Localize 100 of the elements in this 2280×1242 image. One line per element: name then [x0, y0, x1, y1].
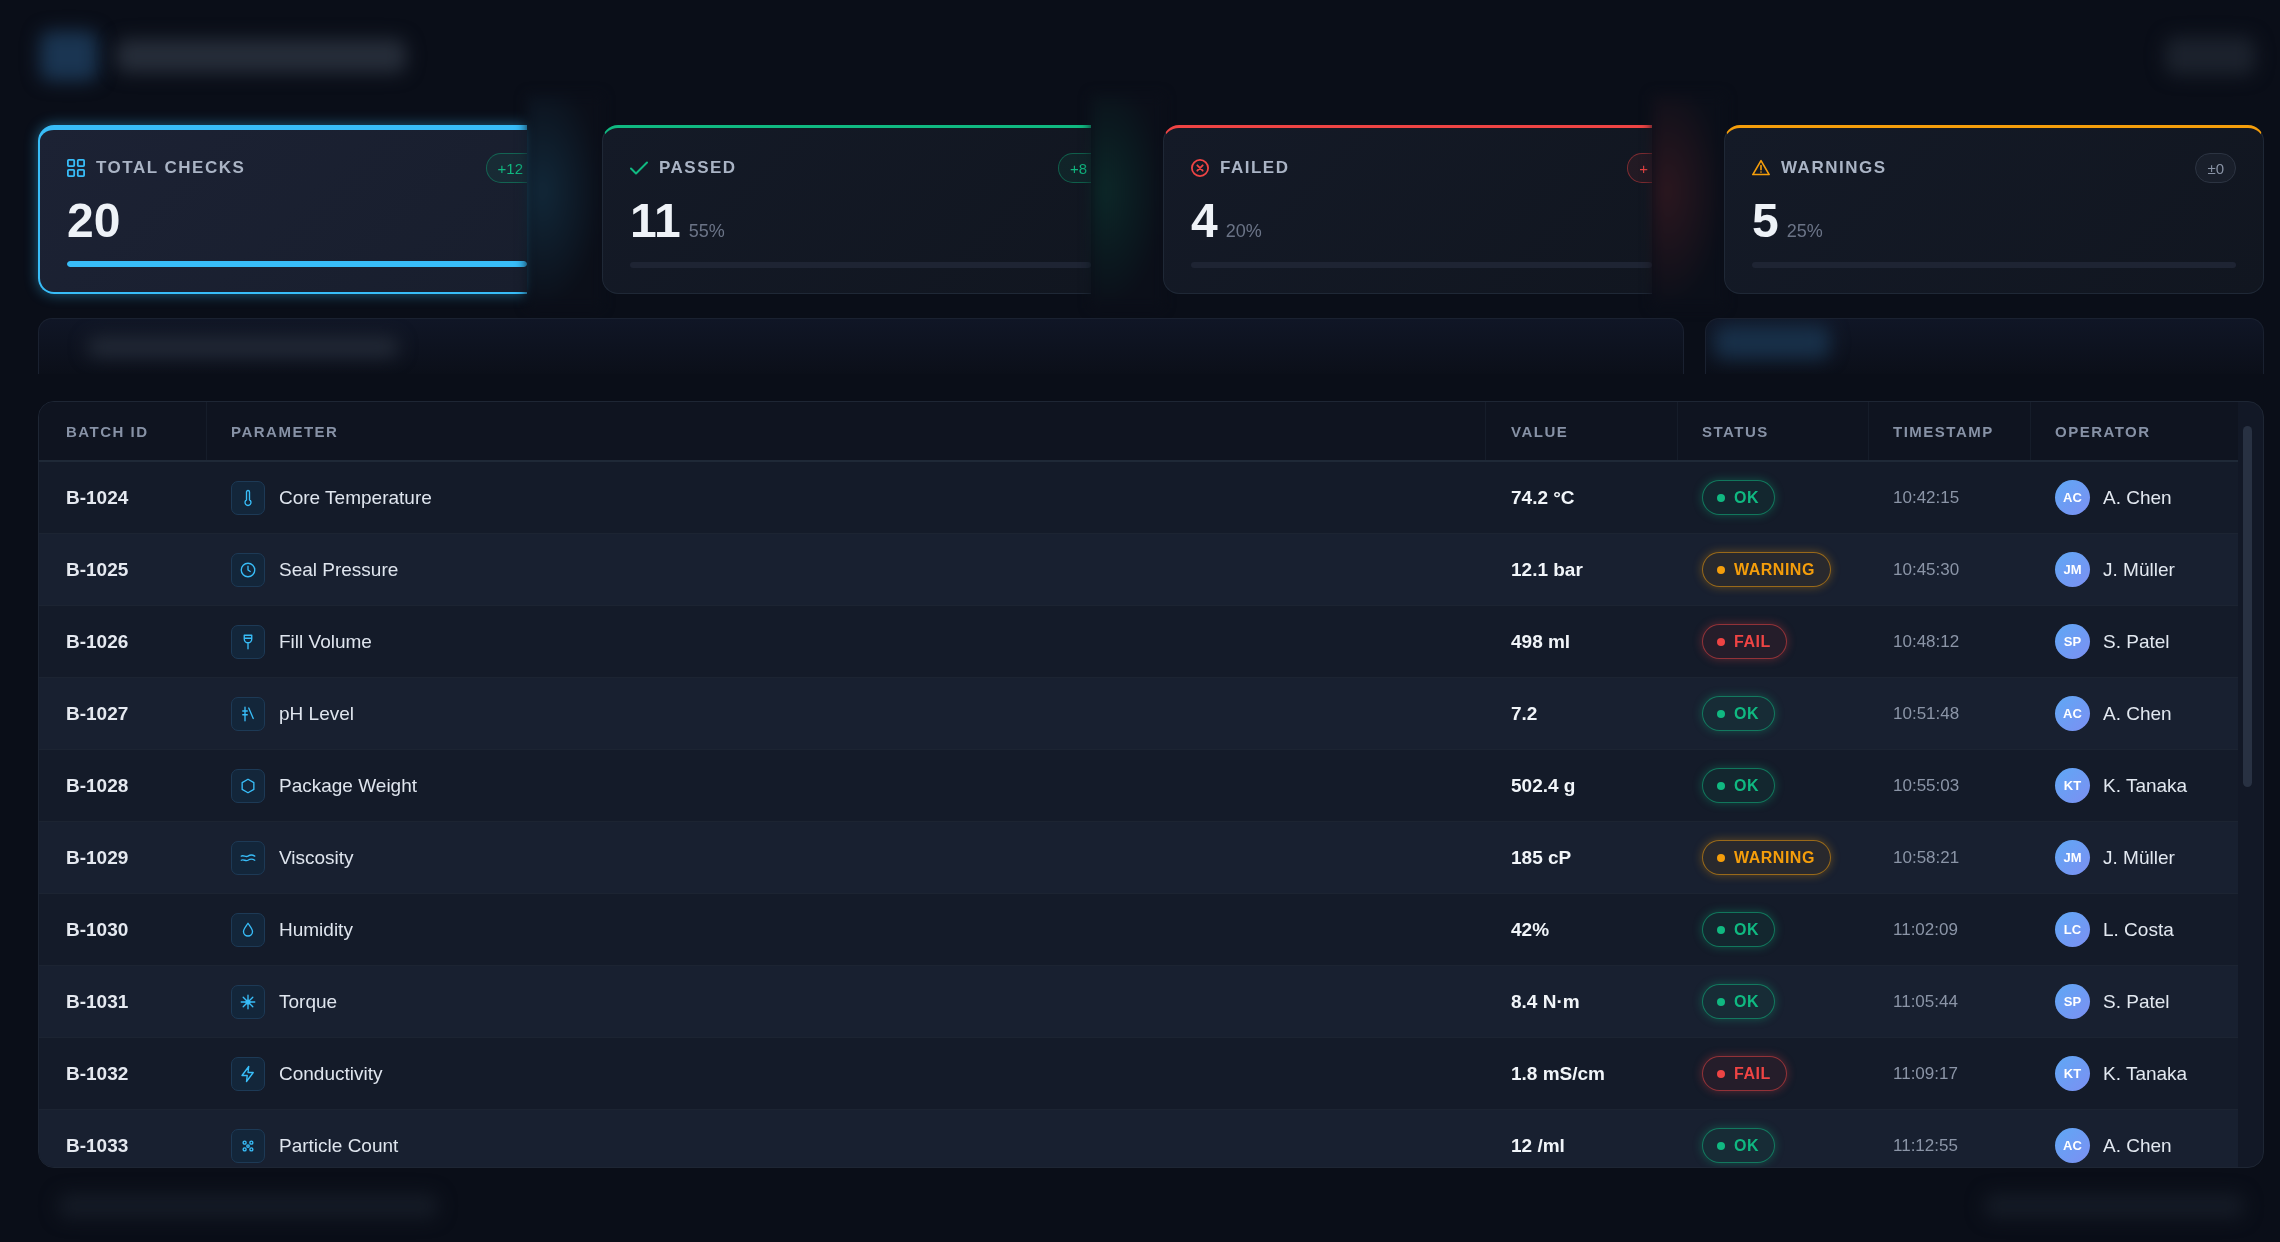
- status-dot-icon: [1717, 925, 1725, 934]
- timestamp: 10:55:03: [1893, 775, 1960, 796]
- avatar: AC: [2055, 480, 2090, 515]
- status-badge: WARNING: [1702, 552, 1831, 587]
- measured-value: 502.4 g: [1511, 774, 1576, 797]
- status-badge: OK: [1702, 696, 1775, 731]
- card-value: 4: [1191, 195, 1218, 247]
- card-value: 11: [630, 195, 681, 247]
- measured-value: 12 /ml: [1511, 1134, 1565, 1157]
- timestamp: 10:58:21: [1893, 847, 1960, 868]
- operator-name: A. Chen: [2103, 486, 2172, 509]
- column-header[interactable]: OPERATOR: [2031, 402, 2238, 460]
- batch-id: B-1028: [66, 774, 129, 797]
- trend-badge: ±0: [2195, 153, 2236, 183]
- timestamp: 10:45:30: [1893, 559, 1960, 580]
- measured-value: 498 ml: [1511, 630, 1571, 653]
- timestamp: 11:05:44: [1893, 991, 1958, 1012]
- timestamp: 10:42:15: [1893, 487, 1960, 508]
- summary-card[interactable]: TOTAL CHECKS +12 20: [38, 125, 527, 294]
- batch-id: B-1027: [66, 702, 129, 725]
- x-circle-icon: [1191, 159, 1209, 177]
- card-percent: 20%: [1225, 221, 1262, 242]
- parameter-name: Conductivity: [279, 1062, 383, 1085]
- operator-name: A. Chen: [2103, 702, 2172, 725]
- status-dot-icon: [1717, 709, 1725, 718]
- timestamp: 10:48:12: [1893, 631, 1960, 652]
- status-dot-icon: [1717, 1069, 1725, 1078]
- status-badge: FAIL: [1702, 1056, 1787, 1091]
- card-percent: 25%: [1786, 221, 1823, 242]
- dots-icon: [231, 1128, 265, 1163]
- status-dot-icon: [1717, 565, 1725, 574]
- parameter-name: Torque: [279, 990, 338, 1013]
- avatar: JM: [2055, 840, 2090, 875]
- batch-id: B-1026: [66, 630, 129, 653]
- asterisk-icon: [231, 984, 265, 1019]
- column-header[interactable]: BATCH ID: [39, 402, 207, 460]
- status-badge: OK: [1702, 480, 1775, 515]
- droplet-icon: [231, 912, 265, 947]
- avatar: SP: [2055, 624, 2090, 659]
- parameter-name: Humidity: [279, 918, 353, 941]
- parameter-name: Core Temperature: [279, 486, 432, 509]
- operator-name: K. Tanaka: [2103, 774, 2188, 797]
- measured-value: 42%: [1511, 918, 1550, 941]
- status-dot-icon: [1717, 1141, 1725, 1150]
- avatar: SP: [2055, 984, 2090, 1019]
- trend-badge: +12: [485, 153, 527, 183]
- batch-id: B-1024: [66, 486, 129, 509]
- batch-id: B-1030: [66, 918, 129, 941]
- measured-value: 185 cP: [1511, 846, 1572, 869]
- batch-id: B-1031: [66, 990, 129, 1013]
- cup-icon: [231, 624, 265, 659]
- card-label: FAILED: [1220, 158, 1290, 178]
- timestamp: 11:02:09: [1893, 919, 1958, 940]
- status-badge: OK: [1702, 984, 1775, 1019]
- column-header[interactable]: PARAMETER: [207, 402, 1486, 460]
- timestamp: 11:12:55: [1893, 1135, 1958, 1156]
- avatar: KT: [2055, 1056, 2090, 1091]
- card-label: WARNINGS: [1781, 158, 1887, 178]
- parameter-name: Particle Count: [279, 1134, 399, 1157]
- parameter-name: Viscosity: [279, 846, 354, 869]
- column-header[interactable]: VALUE: [1486, 402, 1678, 460]
- summary-card[interactable]: FAILED + 4 20%: [1163, 125, 1652, 294]
- warning-icon: [1752, 159, 1770, 177]
- summary-card[interactable]: WARNINGS ±0 5 25%: [1724, 125, 2264, 294]
- batch-id: B-1025: [66, 558, 129, 581]
- status-dot-icon: [1717, 997, 1725, 1006]
- check-icon: [630, 159, 648, 177]
- batch-id: B-1029: [66, 846, 129, 869]
- trend-badge: +8: [1057, 153, 1091, 183]
- measured-value: 12.1 bar: [1511, 558, 1583, 581]
- avatar: KT: [2055, 768, 2090, 803]
- avatar: AC: [2055, 1128, 2090, 1163]
- scrollbar[interactable]: [2243, 426, 2252, 787]
- status-badge: OK: [1702, 1128, 1775, 1163]
- trend-badge: +: [1627, 153, 1652, 183]
- parameter-name: Fill Volume: [279, 630, 372, 653]
- wave-icon: [231, 840, 265, 875]
- card-value: 20: [67, 195, 121, 247]
- operator-name: L. Costa: [2103, 918, 2174, 941]
- avatar: AC: [2055, 696, 2090, 731]
- status-badge: FAIL: [1702, 624, 1787, 659]
- scale-marks-icon: [231, 696, 265, 731]
- measured-value: 7.2: [1511, 702, 1538, 725]
- column-header[interactable]: STATUS: [1678, 402, 1869, 460]
- avatar: LC: [2055, 912, 2090, 947]
- card-label: PASSED: [659, 158, 737, 178]
- status-badge: WARNING: [1702, 840, 1831, 875]
- measured-value: 8.4 N·m: [1511, 990, 1580, 1013]
- measured-value: 74.2 °C: [1511, 486, 1575, 509]
- avatar: JM: [2055, 552, 2090, 587]
- clock-icon: [231, 552, 265, 587]
- summary-card[interactable]: PASSED +8 11 55%: [602, 125, 1091, 294]
- grid-icon: [67, 159, 85, 177]
- operator-name: K. Tanaka: [2103, 1062, 2188, 1085]
- operator-name: S. Patel: [2103, 630, 2170, 653]
- card-percent: 55%: [688, 221, 725, 242]
- column-header[interactable]: TIMESTAMP: [1869, 402, 2031, 460]
- card-label: TOTAL CHECKS: [96, 158, 246, 178]
- operator-name: S. Patel: [2103, 990, 2170, 1013]
- status-badge: OK: [1702, 912, 1775, 947]
